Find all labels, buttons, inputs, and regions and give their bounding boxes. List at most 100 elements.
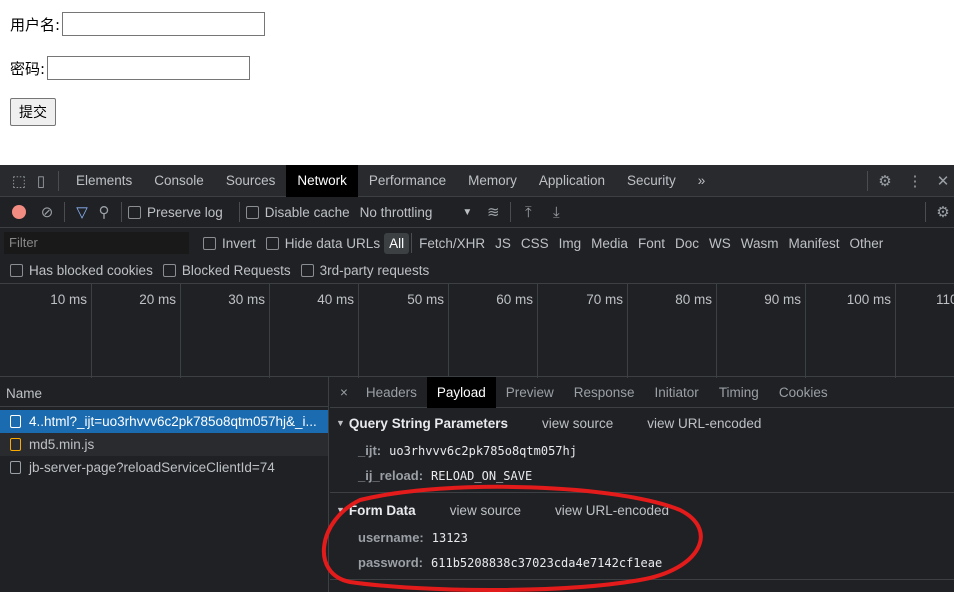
invert-checkbox[interactable] (203, 236, 216, 250)
download-icon[interactable]: ⤓ (545, 201, 567, 223)
record-icon[interactable] (8, 201, 30, 223)
filter-icon[interactable]: ▽ (71, 201, 93, 223)
disable-cache-label: Disable cache (264, 204, 350, 220)
param-row: _ij_reload: RELOAD_ON_SAVE (358, 468, 533, 483)
timeline-tick: 110 (936, 292, 954, 307)
timeline-overview[interactable]: 10 ms 20 ms 30 ms 40 ms 50 ms 60 ms 70 m… (0, 283, 954, 378)
filter-type-ws[interactable]: WS (704, 233, 736, 254)
filter-bar-2: Has blocked cookies Blocked Requests 3rd… (0, 258, 954, 283)
detail-tabs: × Headers Payload Preview Response Initi… (330, 376, 954, 408)
view-source-link[interactable]: view source (542, 416, 613, 431)
request-row[interactable]: 4..html?_ijt=uo3rhvvv6c2pk785o8qtm057hj&… (0, 410, 328, 433)
filter-type-wasm[interactable]: Wasm (736, 233, 784, 254)
more-tabs-button[interactable]: » (687, 165, 717, 197)
param-row: _ijt: uo3rhvvv6c2pk785o8qtm057hj (358, 443, 577, 458)
filter-type-css[interactable]: CSS (516, 233, 554, 254)
timeline-tick: 70 ms (538, 284, 628, 378)
device-toolbar-icon[interactable]: ▯ (30, 170, 52, 192)
username-input[interactable] (62, 12, 266, 36)
timeline-tick: 40 ms (270, 284, 359, 378)
tab-elements[interactable]: Elements (65, 165, 143, 197)
close-icon[interactable]: ✕ (932, 170, 954, 192)
hide-data-urls-checkbox[interactable] (265, 236, 279, 250)
submit-button[interactable]: 提交 (10, 98, 56, 126)
form-data-section: ▼ Form Data view source view URL-encoded us… (330, 493, 954, 580)
tab-network[interactable]: Network (286, 164, 358, 197)
request-row[interactable]: jb-server-page?reloadServiceClientId=74 (0, 456, 328, 479)
section-title[interactable]: Query String Parameters (349, 416, 508, 431)
login-form: 用户名: 密码: 提交 (0, 0, 954, 165)
third-party-label: 3rd-party requests (319, 263, 430, 278)
name-column-header[interactable]: Name (0, 377, 328, 407)
view-url-encoded-link[interactable]: view URL-encoded (555, 503, 669, 518)
script-icon (10, 438, 21, 451)
filter-type-all[interactable]: All (384, 232, 410, 254)
document-icon (10, 415, 21, 428)
invert-label: Invert (222, 235, 256, 251)
tab-cookies[interactable]: Cookies (769, 377, 838, 408)
filter-type-other[interactable]: Other (845, 233, 889, 254)
preserve-log-checkbox[interactable] (128, 205, 141, 219)
tab-headers[interactable]: Headers (356, 377, 427, 408)
search-icon[interactable]: ⚲ (93, 201, 115, 223)
filter-bar: Filter Invert Hide data URLs All Fetch/X… (0, 228, 954, 258)
timeline-tick: 10 ms (0, 284, 92, 378)
filter-type-fetch-xhr[interactable]: Fetch/XHR (414, 233, 490, 254)
throttling-select[interactable]: No throttling (360, 205, 433, 220)
network-settings-icon[interactable]: ⚙ (932, 201, 954, 223)
devtools-tabbar: ⬚ ▯ Elements Console Sources Network Per… (0, 164, 954, 197)
param-row: username: 13123 (358, 530, 468, 545)
filter-type-font[interactable]: Font (633, 233, 670, 254)
expand-triangle-icon[interactable]: ▼ (336, 505, 345, 515)
view-source-link[interactable]: view source (450, 503, 521, 518)
timeline-tick: 50 ms (359, 284, 449, 378)
hide-data-urls-label: Hide data URLs (284, 235, 381, 251)
query-string-section: ▼ Query String Parameters view source view … (330, 408, 954, 493)
view-url-encoded-link[interactable]: view URL-encoded (647, 416, 761, 431)
inspect-element-icon[interactable]: ⬚ (8, 170, 30, 192)
third-party-checkbox[interactable] (300, 264, 314, 277)
blocked-requests-label: Blocked Requests (181, 263, 291, 278)
filter-type-img[interactable]: Img (554, 233, 587, 254)
timeline-tick: 30 ms (181, 284, 270, 378)
section-title[interactable]: Form Data (349, 503, 416, 518)
filter-type-doc[interactable]: Doc (670, 233, 704, 254)
settings-gear-icon[interactable]: ⚙ (874, 170, 896, 192)
tab-sources[interactable]: Sources (215, 165, 287, 197)
clear-icon[interactable]: ⊘ (36, 201, 58, 223)
tab-response[interactable]: Response (564, 377, 645, 408)
timeline-tick: 100 ms (806, 284, 896, 378)
upload-icon[interactable]: ⤒ (517, 201, 539, 223)
tab-memory[interactable]: Memory (457, 165, 528, 197)
blocked-cookies-label: Has blocked cookies (29, 263, 153, 278)
chevron-down-icon: ▼ (462, 206, 473, 218)
blocked-requests-checkbox[interactable] (162, 264, 176, 277)
tab-payload[interactable]: Payload (426, 376, 496, 408)
request-row[interactable]: md5.min.js (0, 433, 328, 456)
filter-type-js[interactable]: JS (490, 233, 516, 254)
tab-console[interactable]: Console (143, 165, 215, 197)
tab-initiator[interactable]: Initiator (645, 377, 709, 408)
more-options-icon[interactable]: ⋮ (904, 170, 926, 192)
devtools-panel: ⬚ ▯ Elements Console Sources Network Per… (0, 164, 954, 592)
expand-triangle-icon[interactable]: ▼ (336, 418, 345, 428)
filter-type-media[interactable]: Media (586, 233, 633, 254)
timeline-tick: 20 ms (92, 284, 181, 378)
network-conditions-icon[interactable]: ≋ (482, 201, 504, 223)
tab-performance[interactable]: Performance (358, 165, 457, 197)
password-input[interactable] (47, 56, 251, 80)
tab-preview[interactable]: Preview (496, 377, 564, 408)
blocked-cookies-checkbox[interactable] (10, 264, 23, 277)
close-details-icon[interactable]: × (330, 377, 356, 408)
file-icon (10, 461, 21, 474)
tab-security[interactable]: Security (616, 165, 687, 197)
network-toolbar: ⊘ ▽ ⚲ Preserve log Disable cache No thro… (0, 197, 954, 228)
tab-application[interactable]: Application (528, 165, 616, 197)
disable-cache-checkbox[interactable] (245, 205, 259, 219)
tab-timing[interactable]: Timing (709, 377, 769, 408)
timeline-tick: 90 ms (717, 284, 806, 378)
filter-input[interactable]: Filter (4, 232, 189, 254)
timeline-tick: 60 ms (449, 284, 538, 378)
timeline-tick: 80 ms (628, 284, 717, 378)
filter-type-manifest[interactable]: Manifest (783, 233, 844, 254)
